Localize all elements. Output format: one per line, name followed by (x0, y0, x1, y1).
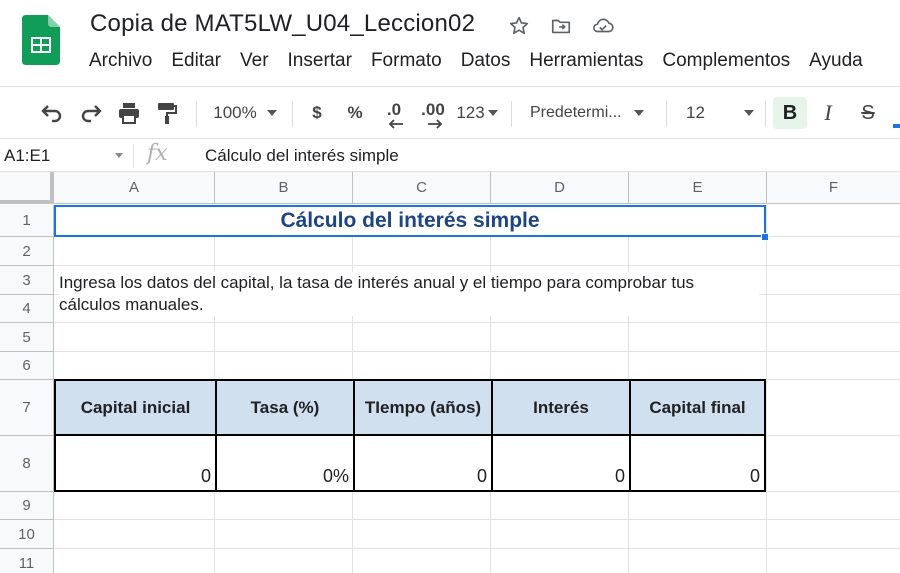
value-capital-inicial[interactable]: 0 (56, 436, 217, 490)
value-capital-final[interactable]: 0 (631, 436, 764, 490)
column-header-e[interactable]: E (629, 172, 767, 204)
menu-formato[interactable]: Formato (371, 50, 442, 72)
undo-icon[interactable] (36, 87, 68, 139)
row-header-11[interactable]: 11 (0, 549, 54, 573)
intro-text-cell[interactable]: Ingresa los datos del capital, la tasa d… (59, 272, 759, 316)
row-header-9[interactable]: 9 (0, 492, 54, 520)
interest-table: Capital inicial Tasa (%) TIempo (años) I… (54, 379, 766, 492)
star-icon[interactable] (506, 13, 532, 39)
toolbar: 100% $ % .0 .00 123 Predetermi... 12 B I… (0, 86, 900, 138)
menu-herramientas[interactable]: Herramientas (529, 50, 643, 72)
gridline (54, 265, 900, 266)
title-bar: Copia de MAT5LW_U04_Leccion02 Archivo Ed… (0, 0, 900, 86)
bold-button[interactable]: B (773, 97, 807, 129)
header-interes[interactable]: Interés (493, 381, 631, 436)
select-all-corner[interactable] (0, 172, 54, 204)
header-tasa[interactable]: Tasa (%) (217, 381, 355, 436)
toolbar-divider (292, 101, 293, 127)
redo-icon[interactable] (75, 87, 107, 139)
zoom-select[interactable]: 100% (206, 87, 284, 139)
column-header-b[interactable]: B (215, 172, 353, 204)
value-interes[interactable]: 0 (493, 436, 631, 490)
arrow-right-icon (428, 119, 443, 129)
row-header-8[interactable]: 8 (0, 436, 54, 492)
name-box[interactable]: A1:E1 (4, 146, 50, 166)
chevron-down-icon (633, 110, 644, 116)
gridline (766, 205, 767, 573)
font-size-value: 12 (686, 103, 705, 122)
column-header-c[interactable]: C (353, 172, 491, 204)
toolbar-divider (666, 101, 667, 127)
strikethrough-button[interactable]: S (853, 87, 883, 139)
row-header-1[interactable]: 1 (0, 205, 54, 237)
arrow-left-icon (388, 119, 403, 129)
gridline (54, 519, 900, 520)
font-size-select[interactable]: 12 (680, 87, 758, 139)
header-capital-inicial[interactable]: Capital inicial (56, 381, 217, 436)
number-format-select[interactable]: 123 (454, 87, 500, 139)
move-to-folder-icon[interactable] (548, 13, 574, 39)
value-tiempo[interactable]: 0 (355, 436, 493, 490)
row-header-4[interactable]: 4 (0, 295, 54, 323)
zoom-value: 100% (213, 103, 257, 122)
menu-bar: Archivo Editar Ver Insertar Formato Dato… (89, 50, 882, 72)
menu-archivo[interactable]: Archivo (89, 50, 152, 72)
increase-decimals-button[interactable]: .00 (416, 87, 450, 139)
currency-format-button[interactable]: $ (303, 87, 331, 139)
percent-format-button[interactable]: % (341, 87, 369, 139)
document-title[interactable]: Copia de MAT5LW_U04_Leccion02 (90, 10, 475, 38)
number-format-label: 123 (456, 103, 485, 122)
decrease-decimals-button[interactable]: .0 (378, 87, 410, 139)
formula-input[interactable]: Cálculo del interés simple (205, 146, 399, 166)
row-header-7[interactable]: 7 (0, 380, 54, 436)
chevron-down-icon (487, 110, 498, 116)
fx-icon: fx (147, 141, 168, 166)
toolbar-divider (765, 101, 766, 127)
cloud-status-icon[interactable] (590, 13, 616, 39)
menu-complementos[interactable]: Complementos (662, 50, 790, 72)
header-capital-final[interactable]: Capital final (631, 381, 764, 436)
print-icon[interactable] (113, 87, 145, 139)
chevron-down-icon (744, 110, 754, 116)
menu-ayuda[interactable]: Ayuda (809, 50, 863, 72)
menu-insertar[interactable]: Insertar (288, 50, 352, 72)
column-header-d[interactable]: D (491, 172, 629, 204)
paint-format-icon[interactable] (151, 87, 183, 139)
font-family-select[interactable]: Predetermi... (530, 87, 656, 139)
toolbar-divider (196, 101, 197, 127)
row-header-5[interactable]: 5 (0, 323, 54, 352)
fill-handle[interactable] (761, 233, 769, 241)
formula-bar: A1:E1 fx Cálculo del interés simple (0, 138, 900, 172)
header-tiempo[interactable]: TIempo (años) (355, 381, 493, 436)
menu-datos[interactable]: Datos (461, 50, 511, 72)
row-header-2[interactable]: 2 (0, 237, 54, 266)
menu-ver[interactable]: Ver (240, 50, 269, 72)
sheet-title-cell[interactable]: Cálculo del interés simple (54, 205, 766, 237)
chevron-down-icon[interactable] (115, 153, 123, 158)
sheets-logo-icon[interactable] (22, 15, 60, 65)
text-color-indicator[interactable] (893, 124, 900, 128)
chevron-down-icon (266, 110, 277, 116)
row-header-6[interactable]: 6 (0, 352, 54, 380)
row-header-3[interactable]: 3 (0, 266, 54, 295)
gridline (54, 322, 900, 323)
italic-button[interactable]: I (813, 87, 843, 139)
gridline (54, 351, 900, 352)
font-family-value: Predetermi... (530, 104, 622, 121)
toolbar-divider (511, 101, 512, 127)
spreadsheet-grid[interactable]: A B C D E F 1 2 3 4 5 6 7 8 9 10 11 Cálc… (0, 172, 900, 573)
value-tasa[interactable]: 0% (217, 436, 355, 490)
column-header-a[interactable]: A (54, 172, 215, 204)
gridline (54, 548, 900, 549)
row-header-10[interactable]: 10 (0, 520, 54, 549)
formula-divider (133, 144, 134, 168)
menu-editar[interactable]: Editar (171, 50, 221, 72)
column-header-f[interactable]: F (767, 172, 900, 204)
